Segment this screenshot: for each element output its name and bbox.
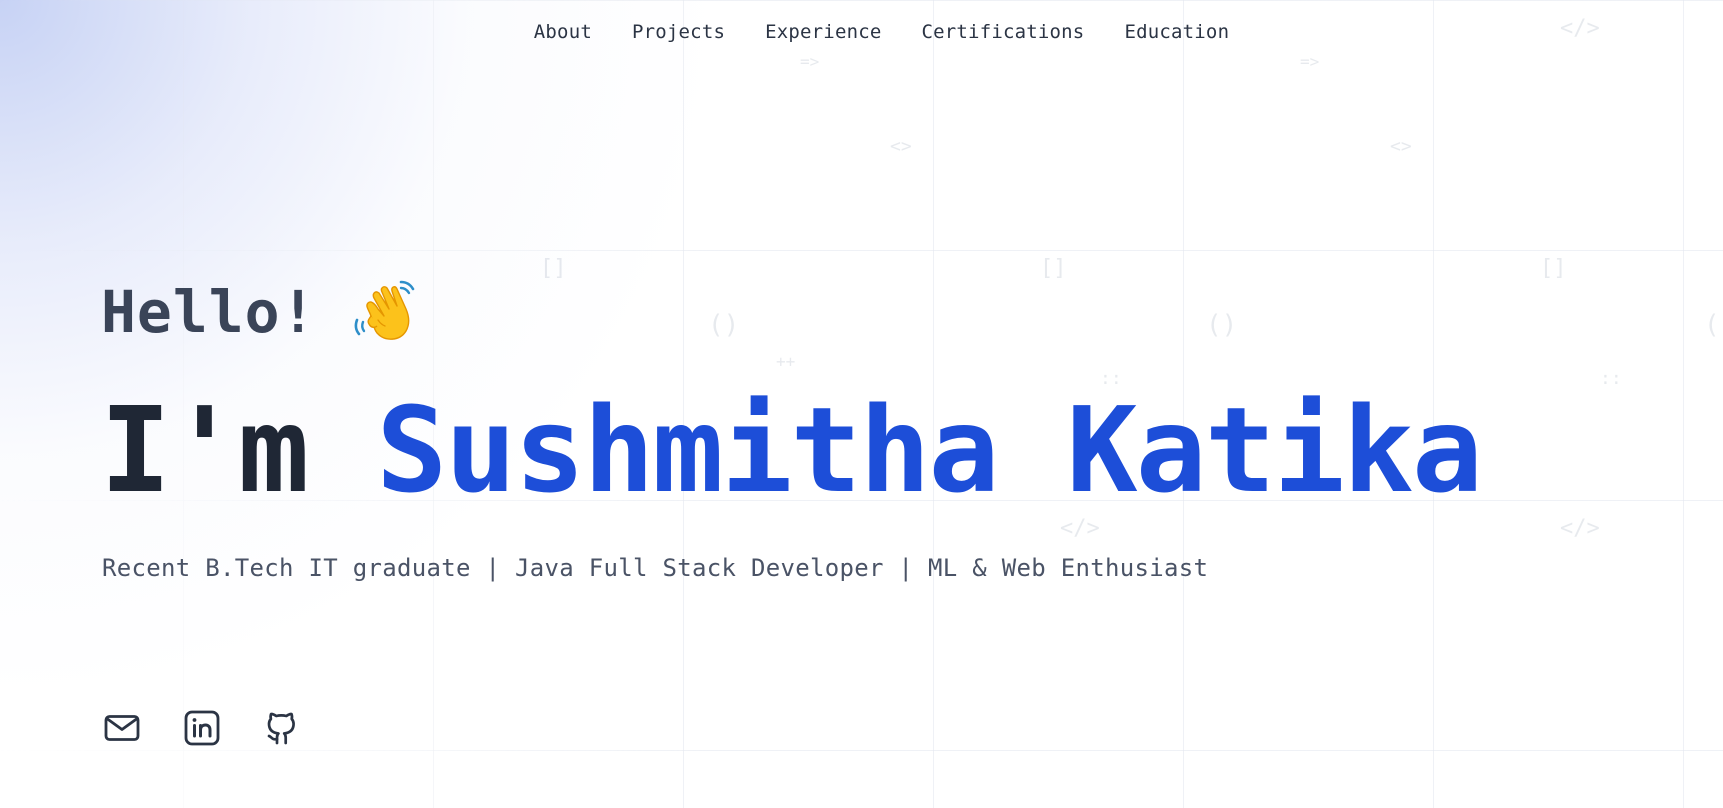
nav-item-about[interactable]: About bbox=[534, 21, 592, 43]
mail-icon bbox=[104, 715, 140, 741]
background-glyph: <> bbox=[890, 136, 912, 157]
linkedin-icon bbox=[184, 710, 220, 746]
background-glyph: [] bbox=[540, 256, 567, 281]
top-navigation: About Projects Experience Certifications… bbox=[0, 21, 1723, 43]
greeting-text: Hello! bbox=[101, 278, 317, 346]
social-links bbox=[102, 708, 302, 748]
background-glyph: <> bbox=[1390, 136, 1412, 157]
waving-hand-icon bbox=[351, 276, 423, 348]
linkedin-link[interactable] bbox=[182, 708, 222, 748]
background-glyph: () bbox=[708, 310, 740, 340]
background-glyph: :: bbox=[1600, 368, 1622, 389]
background-glyph: </> bbox=[1560, 516, 1600, 541]
hero-subtitle: Recent B.Tech IT graduate | Java Full St… bbox=[102, 554, 1209, 582]
background-glyph: => bbox=[800, 52, 820, 71]
background-glyph: [] bbox=[1540, 256, 1567, 281]
email-link[interactable] bbox=[102, 708, 142, 748]
github-link[interactable] bbox=[262, 708, 302, 748]
headline-prefix: I'm bbox=[100, 381, 309, 519]
nav-item-projects[interactable]: Projects bbox=[632, 21, 725, 43]
greeting-row: Hello! bbox=[101, 276, 423, 348]
hero-headline: I'm Sushmitha Katika bbox=[100, 380, 1483, 520]
background-glyph: () bbox=[1704, 310, 1723, 340]
background-glyph: => bbox=[1300, 52, 1320, 71]
headline-name: Sushmitha Katika bbox=[376, 381, 1483, 519]
nav-item-experience[interactable]: Experience bbox=[765, 21, 881, 43]
nav-item-education[interactable]: Education bbox=[1124, 21, 1229, 43]
background-glyph: [] bbox=[1040, 256, 1067, 281]
background-glyph: ++ bbox=[776, 352, 796, 371]
github-icon bbox=[267, 712, 295, 745]
background-glyph: () bbox=[1206, 310, 1238, 340]
nav-item-certifications[interactable]: Certifications bbox=[922, 21, 1085, 43]
